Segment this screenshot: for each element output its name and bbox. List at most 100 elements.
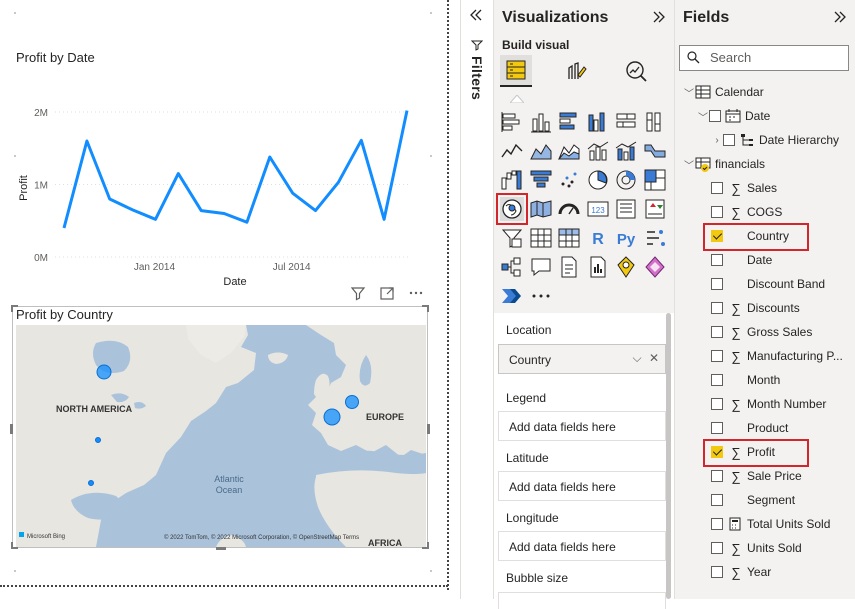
filled-map-icon[interactable]	[529, 197, 553, 221]
field-segment[interactable]: Segment	[711, 489, 795, 511]
field-date[interactable]: Date	[711, 249, 772, 271]
chevron-down-icon[interactable]: ⌵	[632, 351, 641, 365]
format-visual-tab[interactable]	[560, 55, 592, 87]
funnel-chart-icon[interactable]	[529, 168, 553, 192]
field-sales[interactable]: ∑ Sales	[711, 177, 777, 199]
key-influencers-icon[interactable]	[643, 226, 667, 250]
field-checkbox[interactable]	[711, 566, 723, 578]
close-icon[interactable]: ✕	[649, 351, 659, 365]
python-visual-icon[interactable]: Py	[614, 226, 638, 250]
line-chart[interactable]: 0M 1M 2M Jan 2014 Jul 2014 Profit Date	[0, 90, 440, 295]
field-checkbox[interactable]	[723, 134, 735, 146]
resize-handle[interactable]	[10, 424, 13, 434]
chevron-right-icon[interactable]: ›	[711, 135, 723, 146]
map-canvas[interactable]: NORTH AMERICA EUROPE Atlantic Ocean AFRIC…	[16, 325, 426, 547]
line-and-clustered-column-icon[interactable]	[614, 139, 638, 163]
scrollbar[interactable]	[666, 313, 671, 599]
double-chevron-right-icon[interactable]	[652, 10, 666, 29]
field-checkbox[interactable]	[711, 470, 723, 482]
resize-handle[interactable]	[427, 424, 430, 434]
more-options-icon[interactable]	[408, 285, 424, 301]
multi-row-card-icon[interactable]	[614, 197, 638, 221]
scatter-chart-icon[interactable]	[557, 168, 581, 192]
resize-handle[interactable]	[216, 547, 226, 550]
field-product[interactable]: Product	[711, 417, 788, 439]
100-stacked-column-icon[interactable]	[643, 110, 667, 134]
slicer-icon[interactable]	[500, 226, 524, 250]
profit-series-line[interactable]	[62, 110, 409, 229]
field-manufacturing-p[interactable]: ∑ Manufacturing P...	[711, 345, 843, 367]
field-checkbox[interactable]	[709, 110, 721, 122]
bubble-size-well[interactable]	[498, 592, 666, 609]
smart-narrative-icon[interactable]	[557, 255, 581, 279]
table-calendar[interactable]: ﹀ Calendar	[683, 81, 764, 103]
location-well-field[interactable]: Country	[509, 353, 551, 367]
field-gross-sales[interactable]: ∑ Gross Sales	[711, 321, 812, 343]
field-checkbox[interactable]	[711, 518, 723, 530]
latitude-well[interactable]: Add data fields here	[498, 471, 666, 501]
stacked-area-chart-icon[interactable]	[557, 139, 581, 163]
map-bubble-germany[interactable]	[345, 395, 359, 409]
map-bubble-france[interactable]	[323, 408, 341, 426]
treemap-icon[interactable]	[643, 168, 667, 192]
map-icon[interactable]	[496, 193, 528, 225]
table-financials[interactable]: ﹀ financials	[683, 153, 765, 175]
100-stacked-bar-icon[interactable]	[614, 110, 638, 134]
location-well[interactable]: Country ⌵ ✕	[498, 344, 666, 374]
kpi-icon[interactable]	[643, 197, 667, 221]
field-units-sold[interactable]: ∑ Units Sold	[711, 537, 802, 559]
double-chevron-right-icon[interactable]	[833, 10, 847, 29]
field-discount-band[interactable]: Discount Band	[711, 273, 825, 295]
analytics-tab[interactable]	[620, 55, 652, 87]
azure-map-icon[interactable]	[614, 255, 638, 279]
field-checkbox[interactable]	[711, 326, 723, 338]
build-visual-tab[interactable]	[500, 55, 532, 87]
decomposition-tree-icon[interactable]	[500, 255, 524, 279]
map-bubble-usa[interactable]	[95, 437, 101, 443]
legend-well[interactable]: Add data fields here	[498, 411, 666, 441]
resize-handle[interactable]	[422, 305, 429, 312]
field-checkbox[interactable]	[711, 398, 723, 410]
focus-mode-icon[interactable]	[379, 285, 395, 301]
map-bubble-canada[interactable]	[96, 364, 112, 380]
power-automate-icon[interactable]	[500, 284, 524, 308]
filters-pane-collapsed[interactable]: Filters	[460, 0, 493, 599]
filter-icon[interactable]	[350, 285, 366, 301]
field-checkbox[interactable]	[711, 182, 723, 194]
field-checkbox[interactable]	[711, 422, 723, 434]
matrix-icon[interactable]	[557, 226, 581, 250]
field-checkbox[interactable]	[711, 542, 723, 554]
r-script-visual-icon[interactable]: R	[586, 226, 610, 250]
card-icon[interactable]: 123	[586, 197, 610, 221]
pie-chart-icon[interactable]	[586, 168, 610, 192]
stacked-column-chart-icon[interactable]	[529, 110, 553, 134]
field-calendar-date[interactable]: ﹀ Date	[697, 105, 770, 127]
filters-label[interactable]: Filters	[469, 56, 485, 100]
field-checkbox[interactable]	[711, 374, 723, 386]
table-icon[interactable]	[529, 226, 553, 250]
field-checkbox[interactable]	[711, 302, 723, 314]
ribbon-chart-icon[interactable]	[643, 139, 667, 163]
field-year[interactable]: ∑ Year	[711, 561, 771, 583]
search-input[interactable]: Search	[679, 45, 849, 71]
map-bubble-mexico[interactable]	[88, 480, 94, 486]
field-cogs[interactable]: ∑ COGS	[711, 201, 782, 223]
line-chart-icon[interactable]	[500, 139, 524, 163]
field-checkbox[interactable]	[711, 206, 723, 218]
map-attribution[interactable]: © 2022 TomTom, © 2022 Microsoft Corporat…	[164, 534, 359, 541]
map-visual[interactable]: Profit by Country NORTH AMERICA EUROPE A…	[10, 305, 430, 550]
waterfall-chart-icon[interactable]	[500, 168, 524, 192]
clustered-bar-chart-icon[interactable]	[557, 110, 581, 134]
field-sale-price[interactable]: ∑ Sale Price	[711, 465, 802, 487]
area-chart-icon[interactable]	[529, 139, 553, 163]
field-checkbox[interactable]	[711, 494, 723, 506]
longitude-well[interactable]: Add data fields here	[498, 531, 666, 561]
chevron-down-icon[interactable]: ﹀	[683, 157, 695, 172]
line-and-stacked-column-icon[interactable]	[586, 139, 610, 163]
field-discounts[interactable]: ∑ Discounts	[711, 297, 800, 319]
chevron-down-icon[interactable]: ﹀	[683, 85, 695, 100]
field-checkbox[interactable]	[711, 278, 723, 290]
paginated-report-icon[interactable]	[586, 255, 610, 279]
clustered-column-chart-icon[interactable]	[586, 110, 610, 134]
stacked-bar-chart-icon[interactable]	[500, 110, 524, 134]
